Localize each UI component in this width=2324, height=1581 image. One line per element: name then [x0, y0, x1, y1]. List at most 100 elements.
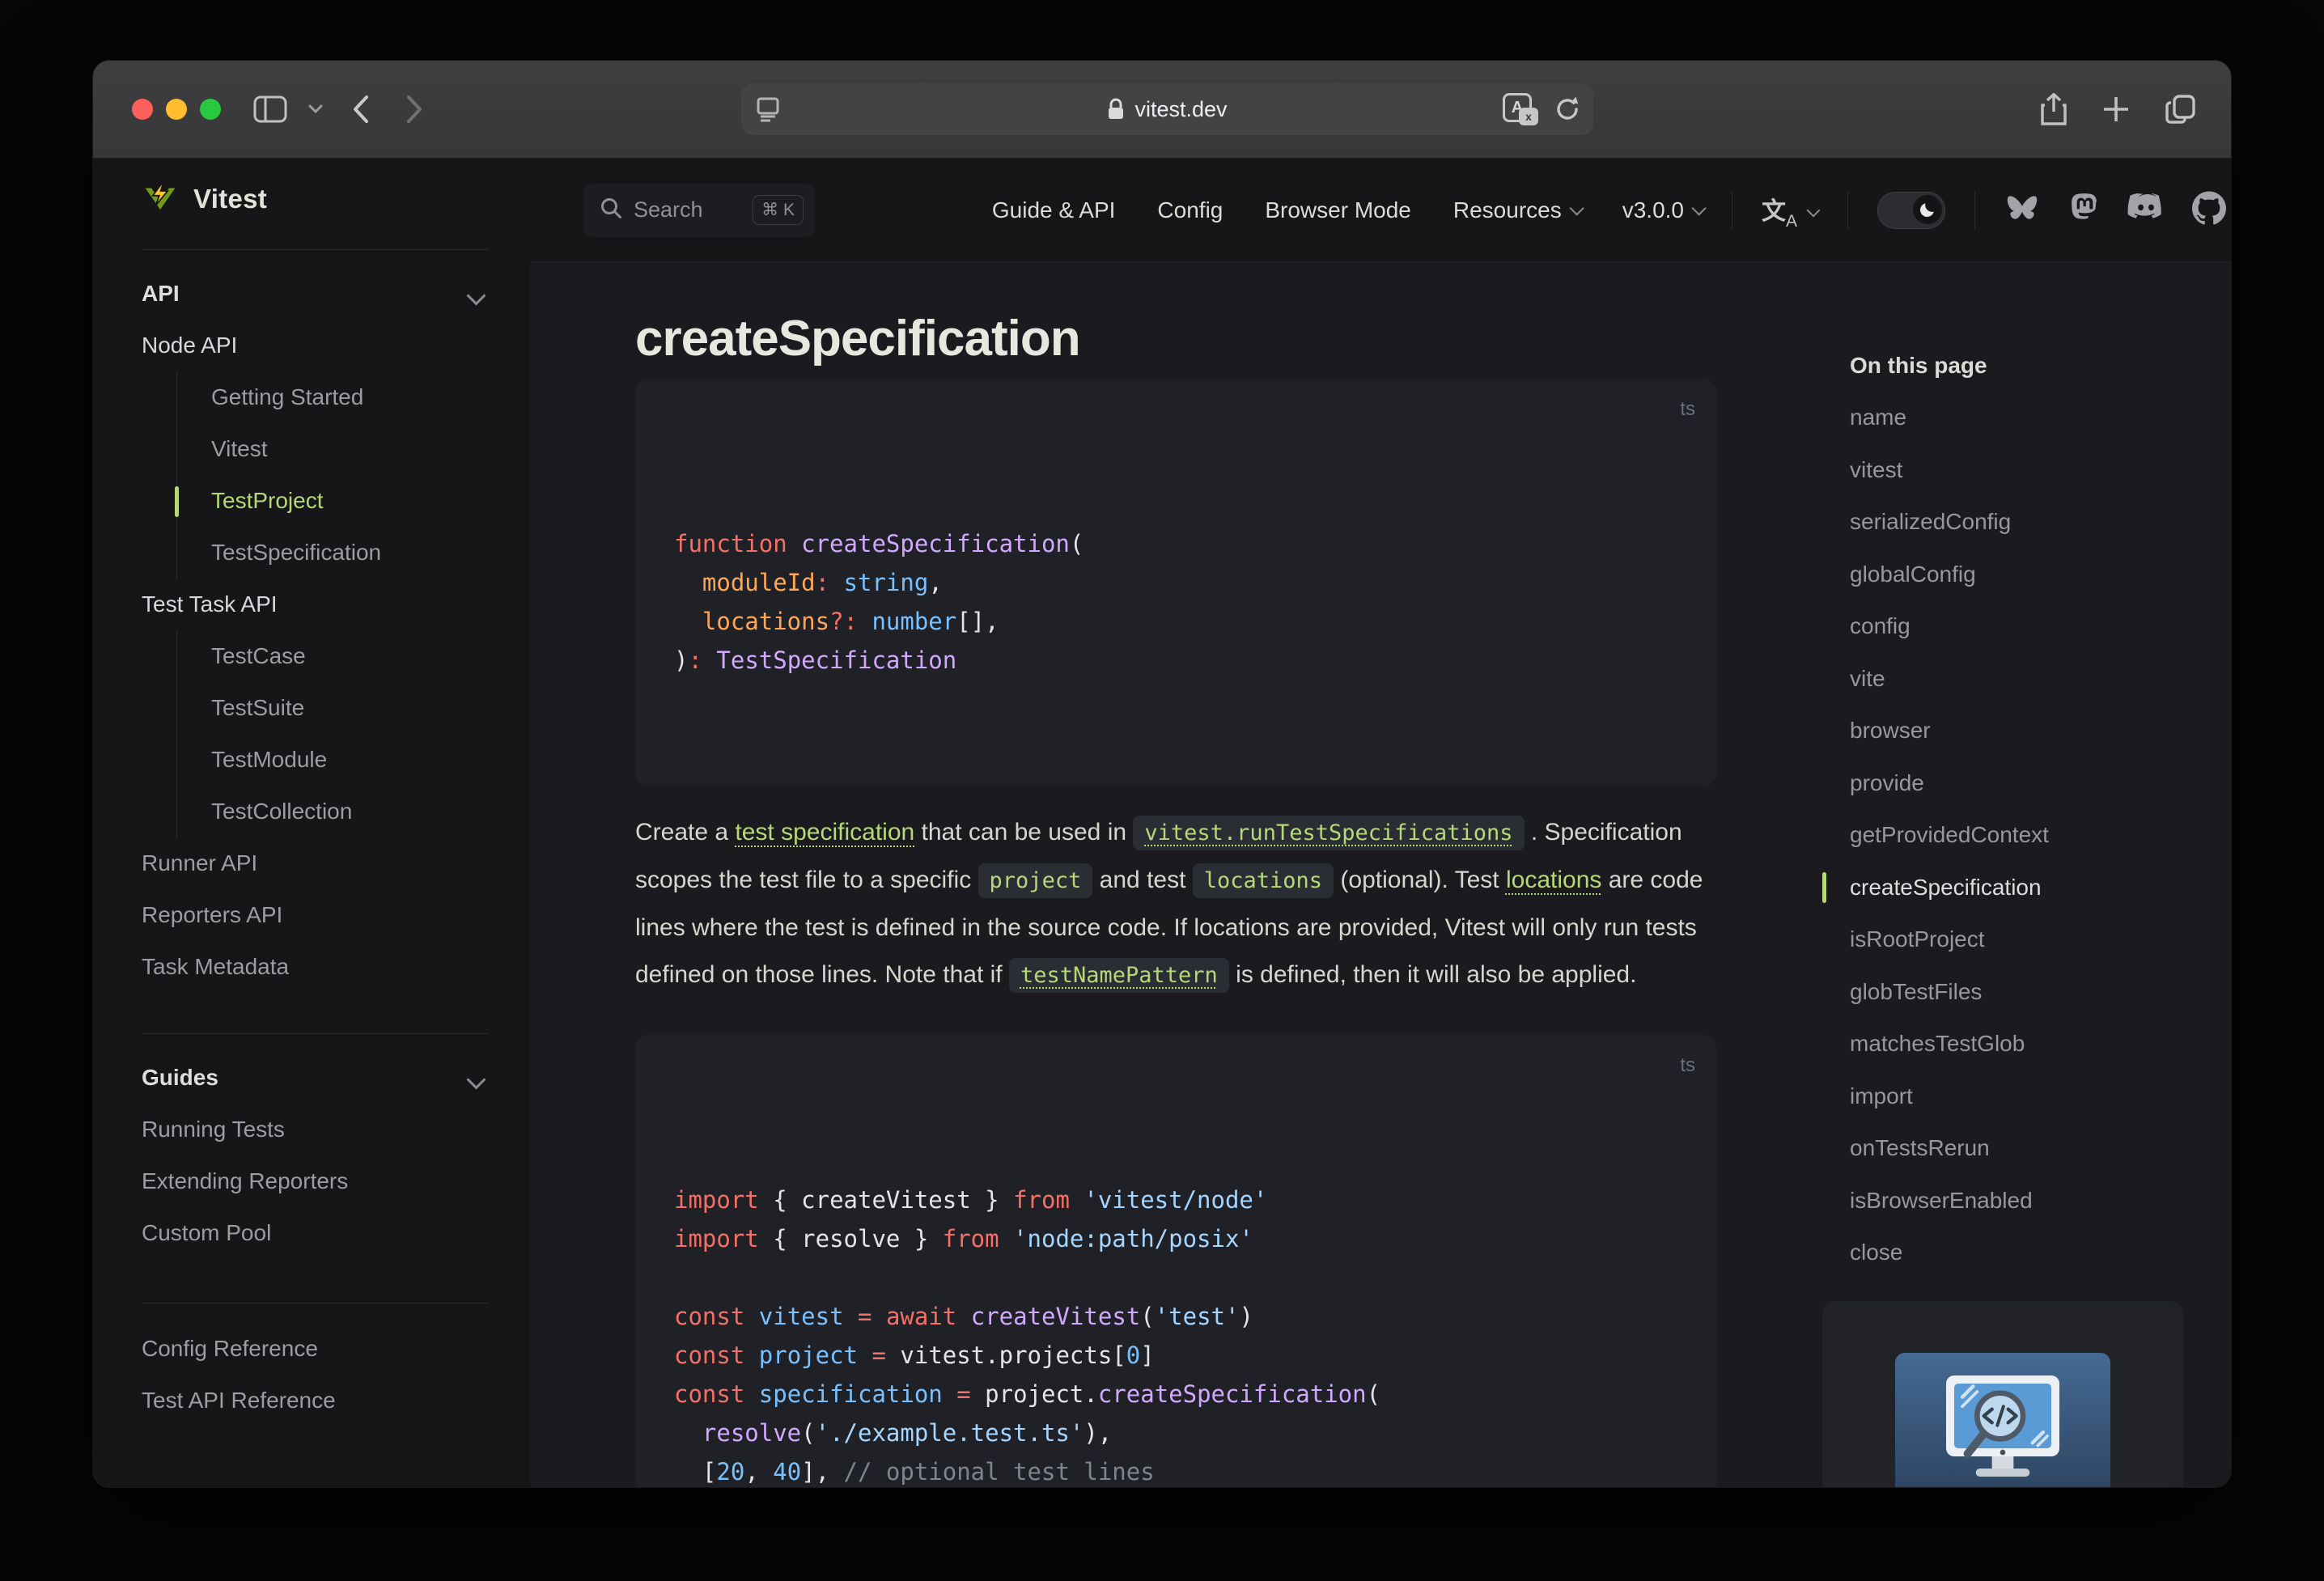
- toc-item[interactable]: globalConfig: [1850, 549, 2186, 601]
- toc-item[interactable]: serializedConfig: [1850, 496, 2186, 549]
- lock-icon: [1107, 98, 1125, 121]
- vitest-logo-icon: [142, 179, 179, 220]
- zoom-window-button[interactable]: [200, 99, 221, 120]
- search-shortcut: ⌘ K: [753, 195, 804, 225]
- browser-window: vitest.dev A x Vitest API Node API Getti…: [93, 61, 2231, 1487]
- nav-link[interactable]: Browser Mode: [1265, 197, 1411, 223]
- search-placeholder: Search: [634, 197, 703, 222]
- back-button[interactable]: [352, 95, 370, 124]
- minimize-window-button[interactable]: [166, 99, 187, 120]
- browser-chrome: vitest.dev A x: [93, 61, 2231, 159]
- tab-overview-icon[interactable]: [2165, 93, 2197, 125]
- sidebar-item[interactable]: TestCase: [177, 630, 488, 682]
- code-lines: function createSpecification( moduleId: …: [674, 530, 1084, 674]
- main-content: createSpecification ts function createSp…: [530, 262, 2231, 1487]
- toc-item[interactable]: onTestsRerun: [1850, 1122, 2186, 1175]
- forward-button[interactable]: [405, 95, 423, 124]
- sidebar-group-node-api[interactable]: Node API: [142, 320, 488, 371]
- nav-links: Guide & API Config Browser Mode Resources v3…: [992, 197, 1703, 223]
- toc-item[interactable]: matchesTestGlob: [1850, 1018, 2186, 1070]
- sponsor-card[interactable]: [1822, 1301, 2183, 1487]
- toc-item[interactable]: vitest: [1850, 444, 2186, 497]
- sidebar-item[interactable]: TestProject: [175, 475, 488, 527]
- search-icon: [600, 197, 622, 223]
- toc-item[interactable]: config: [1850, 600, 2186, 653]
- toc-item[interactable]: name: [1850, 392, 2186, 444]
- sidebar-item[interactable]: Running Tests: [142, 1104, 488, 1155]
- sidebar-item[interactable]: TestCollection: [177, 786, 488, 837]
- code-language-label: ts: [1680, 1054, 1695, 1076]
- sidebar-item[interactable]: Custom Pool: [142, 1207, 488, 1259]
- sidebar-item[interactable]: Runner API: [142, 837, 488, 889]
- mastodon-icon[interactable]: [2067, 191, 2100, 229]
- node-api-items: Getting Started Vitest TestProject TestSpec…: [175, 371, 488, 579]
- github-icon[interactable]: [2192, 191, 2226, 229]
- test-task-api-items: TestCase TestSuite TestModule TestCollectio…: [176, 630, 488, 837]
- moon-icon: [1913, 194, 1942, 224]
- translate-icon[interactable]: A x: [1503, 93, 1538, 125]
- chevron-down-icon: [466, 286, 486, 306]
- sidebar-item[interactable]: Test API Reference: [142, 1375, 488, 1426]
- nav-link[interactable]: v3.0.0: [1622, 197, 1703, 223]
- bluesky-icon[interactable]: [2004, 192, 2040, 228]
- share-icon[interactable]: [2040, 92, 2067, 126]
- brand-name: Vitest: [193, 184, 268, 214]
- sidebar-nav: API Node API Getting Started Vitest TestPr…: [142, 268, 488, 1426]
- nav-link[interactable]: Guide & API: [992, 197, 1116, 223]
- intro-paragraph: Create a test specification that can be …: [635, 809, 1716, 999]
- code-block-example: ts import { createVitest } from 'vitest/…: [635, 1035, 1716, 1487]
- toc-item[interactable]: browser: [1850, 705, 2186, 757]
- search-input[interactable]: Search ⌘ K: [583, 183, 815, 237]
- sidebar-item[interactable]: Task Metadata: [142, 941, 488, 993]
- sidebar-group-test-task-api[interactable]: Test Task API: [142, 579, 488, 630]
- sidebar-item[interactable]: Config Reference: [142, 1323, 488, 1375]
- toc-item[interactable]: close: [1850, 1227, 2186, 1279]
- sidebar-item[interactable]: Getting Started: [177, 371, 488, 423]
- code-lines: import { createVitest } from 'vitest/nod…: [674, 1186, 1381, 1486]
- sidebar-toggle-icon[interactable]: [253, 95, 287, 123]
- sidebar-item[interactable]: TestSpecification: [177, 527, 488, 579]
- theme-toggle[interactable]: [1877, 191, 1945, 229]
- toc-item[interactable]: isRootProject: [1850, 913, 2186, 966]
- divider: [1847, 190, 1848, 230]
- toc-item[interactable]: getProvidedContext: [1850, 809, 2186, 862]
- nav-link[interactable]: Config: [1157, 197, 1223, 223]
- new-tab-icon[interactable]: [2101, 95, 2131, 124]
- divider: [1974, 190, 1975, 230]
- window-controls: [132, 99, 221, 120]
- discord-icon[interactable]: [2127, 193, 2165, 227]
- sidebar-section-api[interactable]: API: [142, 268, 488, 320]
- sidebar-bottom-links: Config Reference Test API Reference: [142, 1323, 488, 1426]
- on-this-page: On this page name vitest serializedConfig g…: [1822, 340, 2186, 1279]
- brand[interactable]: Vitest: [142, 170, 530, 228]
- chevron-down-icon[interactable]: [308, 104, 323, 114]
- chevron-down-icon: [466, 1070, 486, 1090]
- sidebar: Vitest API Node API Getting Started Vites…: [93, 159, 530, 1487]
- address-text: vitest.dev: [1134, 96, 1228, 121]
- toc-title: On this page: [1850, 353, 1987, 378]
- sidebar-item[interactable]: TestSuite: [177, 682, 488, 734]
- sidebar-item[interactable]: TestModule: [177, 734, 488, 786]
- toc-item[interactable]: provide: [1850, 757, 2186, 810]
- sidebar-item[interactable]: Vitest: [177, 423, 488, 475]
- toc-item[interactable]: vite: [1850, 653, 2186, 706]
- toc-item[interactable]: import: [1850, 1070, 2186, 1123]
- page-title: createSpecification: [635, 311, 1081, 367]
- address-bar[interactable]: vitest.dev A x: [741, 83, 1593, 135]
- divider: [142, 249, 488, 250]
- sidebar-root-links: Runner API Reporters API Task Metadata: [142, 837, 488, 993]
- nav-link[interactable]: Resources: [1453, 197, 1580, 223]
- sponsor-image: [1895, 1353, 2110, 1487]
- toc-list: name vitest serializedConfig globalConfig co…: [1822, 392, 2186, 1279]
- sidebar-section-guides[interactable]: Guides: [142, 1052, 488, 1104]
- code-language-label: ts: [1680, 398, 1695, 420]
- language-icon[interactable]: 文 A: [1762, 193, 1821, 231]
- toc-item[interactable]: isBrowserEnabled: [1850, 1175, 2186, 1227]
- close-window-button[interactable]: [132, 99, 153, 120]
- toc-item[interactable]: createSpecification: [1822, 862, 2186, 914]
- sidebar-item[interactable]: Extending Reporters: [142, 1155, 488, 1207]
- guides-items: Running Tests Extending Reporters Custom P…: [142, 1104, 488, 1259]
- toc-item[interactable]: globTestFiles: [1850, 966, 2186, 1019]
- sidebar-item[interactable]: Reporters API: [142, 889, 488, 941]
- top-navbar: Search ⌘ K Guide & API Config Browser Mode…: [530, 159, 2231, 262]
